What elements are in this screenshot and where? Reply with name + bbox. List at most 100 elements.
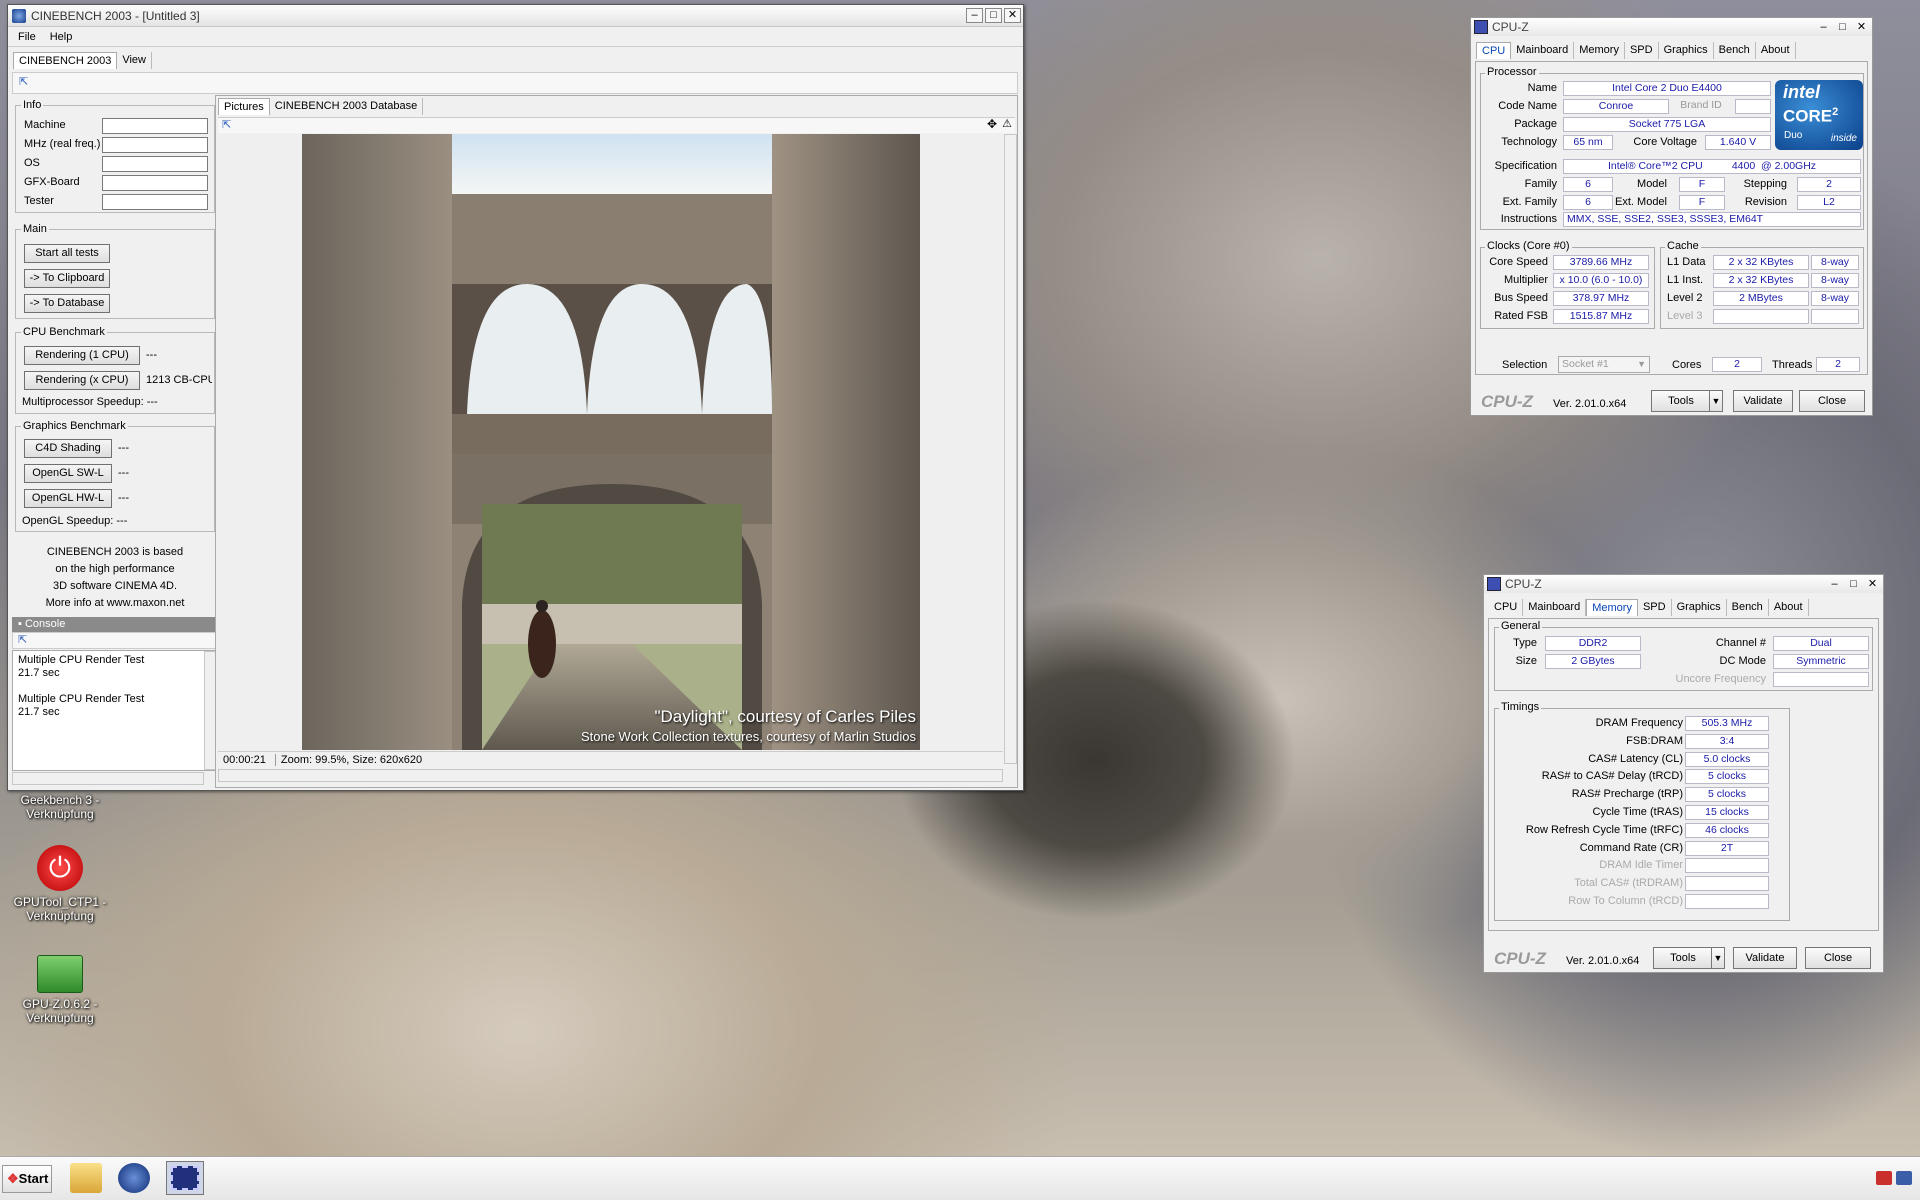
tester-input[interactable] xyxy=(102,194,208,210)
tab-spd[interactable]: SPD xyxy=(1638,599,1672,616)
timing-value xyxy=(1685,858,1769,874)
timing-value xyxy=(1685,893,1769,909)
tools-dropdown-button[interactable]: ▼ xyxy=(1709,390,1723,412)
model-value: F xyxy=(1679,177,1725,192)
tab-cpu[interactable]: CPU xyxy=(1476,42,1512,59)
timing-row: Total CAS# (tRDRAM) xyxy=(1495,876,1789,894)
minimize-button[interactable]: – xyxy=(1826,577,1843,592)
minimize-button[interactable]: – xyxy=(1815,20,1832,35)
tab-about[interactable]: About xyxy=(1756,42,1796,59)
taskbar-cpuz-icon[interactable] xyxy=(166,1161,204,1195)
taskbar-explorer-icon[interactable] xyxy=(70,1163,102,1193)
stepping-value: 2 xyxy=(1797,177,1861,192)
timing-label: DRAM Frequency xyxy=(1595,717,1683,729)
picture-vscrollbar[interactable] xyxy=(1004,134,1017,764)
minimize-button[interactable]: – xyxy=(966,8,983,23)
timing-value: 2T xyxy=(1685,840,1769,856)
multiplier-label: Multiplier xyxy=(1503,274,1548,286)
pin-icon[interactable]: ⇱ xyxy=(19,75,28,88)
main-group: Main Start all tests -> To Clipboard -> … xyxy=(15,223,215,319)
tray-monitor-icon[interactable] xyxy=(1896,1171,1912,1185)
cinebench-titlebar[interactable]: CINEBENCH 2003 - [Untitled 3] – □ ✕ xyxy=(8,5,1023,27)
menu-help[interactable]: Help xyxy=(50,31,73,43)
desktop-icon-gputool[interactable]: ⏻ GPUTool_CTP1 - Verknüpfung xyxy=(12,845,108,923)
picture-pin-icon[interactable]: ⇱ xyxy=(222,118,231,131)
toolbar: ⇱ xyxy=(12,72,1018,94)
tab-bench[interactable]: Bench xyxy=(1727,599,1769,616)
ext-family-value: 6 xyxy=(1563,195,1613,210)
processor-label: Processor xyxy=(1485,66,1539,78)
tab-database[interactable]: CINEBENCH 2003 Database xyxy=(270,98,424,115)
logo-inside: inside xyxy=(1830,133,1857,144)
desktop-icon-geekbench[interactable]: Geekbench 3 - Verknüpfung xyxy=(12,793,108,821)
tab-cinebench[interactable]: CINEBENCH 2003 xyxy=(13,52,118,69)
os-input[interactable] xyxy=(102,156,208,172)
render-viewport[interactable]: "Daylight", courtesy of Carles Piles Sto… xyxy=(218,134,1003,750)
timing-value: 46 clocks xyxy=(1685,822,1769,838)
machine-input[interactable] xyxy=(102,118,208,134)
cinebench-window: CINEBENCH 2003 - [Untitled 3] – □ ✕ File… xyxy=(7,4,1024,791)
console-output[interactable]: Multiple CPU Render Test 21.7 sec Multip… xyxy=(12,650,218,771)
main-label: Main xyxy=(21,223,49,235)
maximize-button[interactable]: □ xyxy=(985,8,1002,23)
close-button[interactable]: Close xyxy=(1799,390,1865,412)
c4d-shading-button[interactable]: C4D Shading xyxy=(24,439,112,458)
tab-spd[interactable]: SPD xyxy=(1625,42,1659,59)
specification-value: Intel® Core™2 CPU 4400 @ 2.00GHz xyxy=(1563,159,1861,174)
desktop-icon-gpuz[interactable]: GPU-Z.0.6.2 - Verknüpfung xyxy=(12,955,108,1025)
mhz-input[interactable] xyxy=(102,137,208,153)
close-button[interactable]: ✕ xyxy=(1853,20,1870,35)
tab-graphics[interactable]: Graphics xyxy=(1672,599,1727,616)
to-database-button[interactable]: -> To Database xyxy=(24,294,110,313)
start-all-tests-button[interactable]: Start all tests xyxy=(24,244,110,263)
tab-memory[interactable]: Memory xyxy=(1586,599,1638,616)
picture-hscrollbar[interactable] xyxy=(218,769,1003,782)
maximize-button[interactable]: □ xyxy=(1845,577,1862,592)
selection-dropdown[interactable]: Socket #1 ▼ xyxy=(1558,356,1650,373)
taskbar-cinebench-icon[interactable] xyxy=(118,1163,150,1193)
tab-view[interactable]: View xyxy=(117,52,152,69)
cpuz-titlebar[interactable]: CPU-Z – □ ✕ xyxy=(1484,575,1883,593)
rendering-xcpu-button[interactable]: Rendering (x CPU) xyxy=(24,371,140,390)
tools-dropdown-button[interactable]: ▼ xyxy=(1711,947,1725,969)
tab-cpu[interactable]: CPU xyxy=(1489,599,1524,616)
close-button[interactable]: Close xyxy=(1805,947,1871,969)
to-clipboard-button[interactable]: -> To Clipboard xyxy=(24,269,110,288)
start-button[interactable]: ❖Start xyxy=(2,1165,52,1193)
tools-label: Tools xyxy=(1668,395,1694,407)
console-pin-icon[interactable]: ⇱ xyxy=(18,633,27,646)
tab-graphics[interactable]: Graphics xyxy=(1659,42,1714,59)
validate-button[interactable]: Validate xyxy=(1733,947,1797,969)
tab-about[interactable]: About xyxy=(1769,599,1809,616)
revision-label: Revision xyxy=(1744,196,1787,208)
tab-bench[interactable]: Bench xyxy=(1714,42,1756,59)
timing-value: 5 clocks xyxy=(1685,769,1769,785)
cpuz-titlebar[interactable]: CPU-Z – □ ✕ xyxy=(1471,18,1872,36)
stepping-label: Stepping xyxy=(1743,178,1787,190)
tools-button[interactable]: Tools xyxy=(1653,947,1713,969)
console-hscrollbar[interactable] xyxy=(12,772,204,785)
tab-memory[interactable]: Memory xyxy=(1574,42,1625,59)
tray-network-icon[interactable] xyxy=(1876,1171,1892,1185)
opengl-swl-button[interactable]: OpenGL SW-L xyxy=(24,464,112,483)
opengl-speedup: OpenGL Speedup: --- xyxy=(22,515,128,527)
menu-file[interactable]: File xyxy=(18,31,36,43)
validate-button[interactable]: Validate xyxy=(1733,390,1793,412)
move-icon[interactable]: ✥ xyxy=(987,117,997,131)
warning-icon[interactable]: ⚠ xyxy=(1002,117,1012,130)
maximize-button[interactable]: □ xyxy=(1834,20,1851,35)
timing-label: Command Rate (CR) xyxy=(1579,841,1683,854)
close-button[interactable]: ✕ xyxy=(1864,577,1881,592)
tab-mainboard[interactable]: Mainboard xyxy=(1511,42,1575,59)
console-icon: ▪ xyxy=(18,618,25,630)
gfx-board-input[interactable] xyxy=(102,175,208,191)
opengl-hwl-button[interactable]: OpenGL HW-L xyxy=(24,489,112,508)
tab-mainboard[interactable]: Mainboard xyxy=(1523,599,1587,616)
timing-value: 505.3 MHz xyxy=(1685,716,1769,731)
rendering-1cpu-button[interactable]: Rendering (1 CPU) xyxy=(24,346,140,365)
close-button[interactable]: ✕ xyxy=(1004,8,1021,23)
tools-button[interactable]: Tools xyxy=(1651,390,1711,412)
tab-pictures[interactable]: Pictures xyxy=(218,98,270,115)
cpuz-title: CPU-Z xyxy=(1492,20,1529,34)
type-label: Type xyxy=(1513,637,1537,649)
